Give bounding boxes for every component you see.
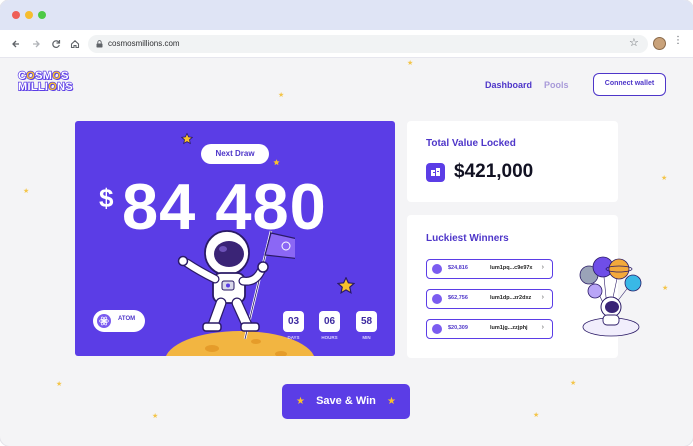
star-icon: ★ [296, 396, 305, 407]
sparkle-star-icon: ★ [533, 412, 540, 419]
save-and-win-button[interactable]: ★ Save & Win ★ [282, 384, 410, 419]
logo-line-2: MILLIONS [17, 81, 73, 93]
browser-toolbar: cosmosmillions.com [0, 30, 693, 58]
browser-window: cosmosmillions.com ☆ ⋮ COSMOS MILLIONS D… [0, 0, 693, 446]
countdown-hours-value: 06 [319, 311, 340, 332]
sparkle-star-icon: ★ [407, 60, 414, 67]
bookmark-star-icon[interactable]: ☆ [629, 36, 639, 49]
tvl-title: Total Value Locked [426, 138, 516, 149]
sparkle-star-icon: ★ [152, 413, 159, 420]
home-button[interactable] [67, 36, 83, 52]
winners-title: Luckiest Winners [426, 233, 509, 244]
chevron-right-icon: › [541, 264, 544, 271]
star-icon [337, 277, 355, 294]
save-and-win-label: Save & Win [316, 395, 376, 407]
chevron-right-icon: › [541, 324, 544, 331]
back-button[interactable] [8, 36, 24, 52]
chevron-right-icon: › [541, 294, 544, 301]
nav-dashboard-link[interactable]: Dashboard [485, 80, 532, 90]
atom-token-badge[interactable]: ATOM [93, 310, 145, 332]
arrow-left-icon [12, 40, 19, 48]
connect-wallet-button[interactable]: Connect wallet [593, 73, 666, 96]
atom-icon [432, 324, 442, 334]
sparkle-star-icon: ★ [661, 175, 668, 182]
countdown-days: 03 DAYS [283, 311, 304, 340]
winner-address: lum1pq...c9e97x [490, 265, 533, 271]
sparkle-star-icon: ★ [56, 381, 63, 388]
tvl-value: $421,000 [454, 161, 534, 182]
reload-icon [52, 40, 61, 48]
close-window-button[interactable] [12, 11, 20, 19]
profile-avatar[interactable] [653, 37, 666, 50]
winner-amount: $24,816 [448, 265, 468, 271]
address-bar[interactable]: cosmosmillions.com [88, 35, 648, 53]
winner-row[interactable]: $62,756 lum1dp...zr2dxz › [426, 289, 553, 309]
lock-icon [96, 40, 103, 48]
countdown-hours-unit: HOURS [321, 335, 338, 340]
atom-icon [432, 264, 442, 274]
minimize-window-button[interactable] [25, 11, 33, 19]
atom-token-label: ATOM [118, 316, 136, 322]
countdown-minutes-unit: MIN [362, 335, 371, 340]
title-bar [0, 0, 693, 30]
star-icon [181, 133, 193, 145]
nav-pools-link[interactable]: Pools [544, 80, 569, 90]
forward-button[interactable] [28, 36, 44, 52]
next-draw-button[interactable]: Next Draw [201, 144, 269, 164]
winner-address: lum1dp...zr2dxz [490, 295, 532, 301]
prize-currency: $ [99, 183, 114, 213]
star-icon: ★ [387, 396, 396, 407]
home-icon [70, 40, 80, 49]
vault-icon [426, 163, 445, 182]
atom-icon [97, 314, 111, 328]
atom-icon [432, 294, 442, 304]
astronaut-illustration [177, 230, 295, 340]
astronaut-balloons-illustration [579, 256, 642, 337]
reload-button[interactable] [48, 36, 64, 52]
cosmos-millions-logo[interactable]: COSMOS MILLIONS [17, 70, 82, 93]
winner-amount: $62,756 [448, 295, 468, 301]
maximize-window-button[interactable] [38, 11, 46, 19]
winner-address: lum1jg...zzjphj [490, 325, 528, 331]
url-text: cosmosmillions.com [108, 39, 180, 48]
sparkle-star-icon: ★ [23, 188, 30, 195]
countdown-minutes: 58 MIN [356, 311, 377, 340]
countdown-hours: 06 HOURS [319, 311, 340, 340]
countdown-minutes-value: 58 [356, 311, 377, 332]
countdown-days-value: 03 [283, 311, 304, 332]
arrow-right-icon [33, 40, 40, 48]
total-value-locked-card: Total Value Locked $421,000 [407, 121, 618, 202]
sparkle-star-icon: ★ [278, 92, 285, 99]
kebab-menu-icon[interactable]: ⋮ [673, 35, 683, 46]
winner-row[interactable]: $24,816 lum1pq...c9e97x › [426, 259, 553, 279]
sparkle-star-icon: ★ [662, 285, 669, 292]
prize-card: Next Draw $ 84 480 ATOM 03 DAYS 06 HOURS… [75, 121, 395, 356]
sparkle-star-icon: ★ [570, 380, 577, 387]
winner-amount: $20,309 [448, 325, 468, 331]
winner-row[interactable]: $20,309 lum1jg...zzjphj › [426, 319, 553, 339]
countdown-days-unit: DAYS [287, 335, 300, 340]
